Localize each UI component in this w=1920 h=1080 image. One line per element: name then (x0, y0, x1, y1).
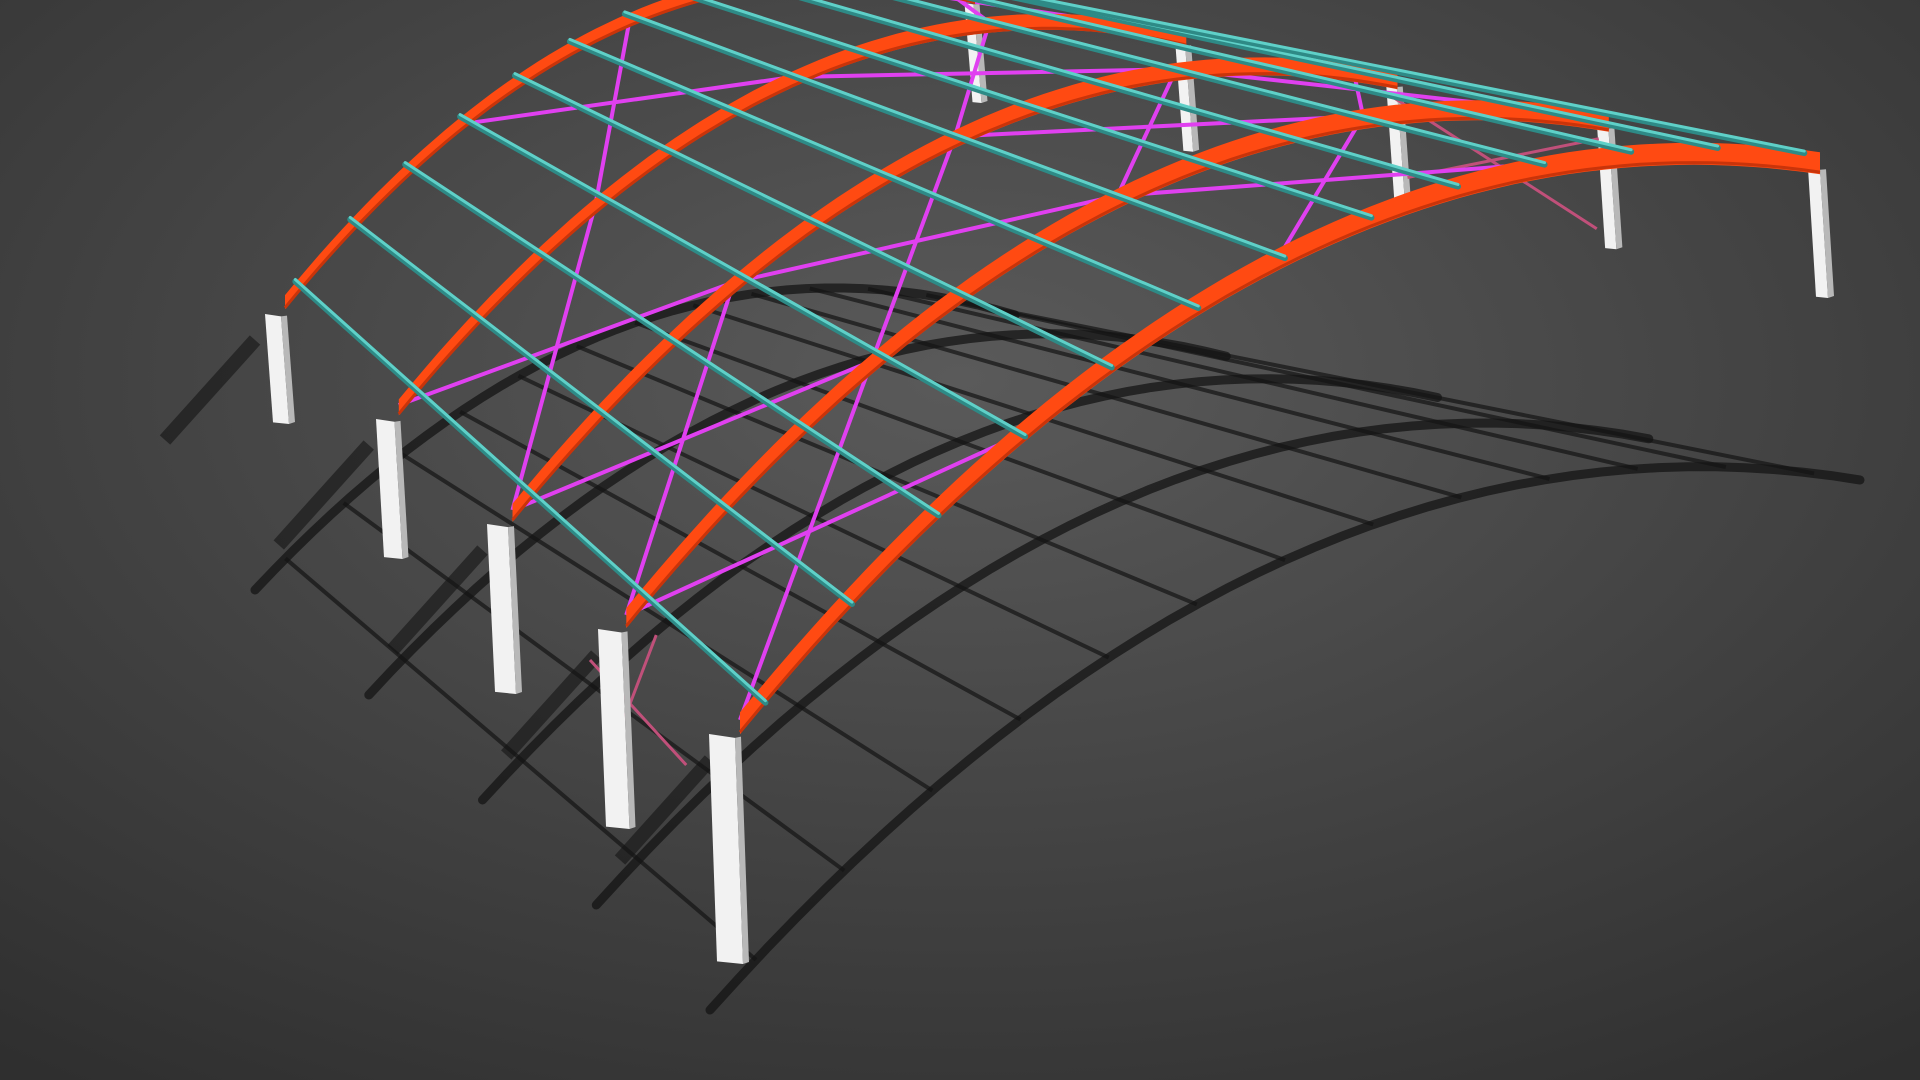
structure-render (0, 0, 1920, 1080)
model-viewport[interactable] (0, 0, 1920, 1080)
